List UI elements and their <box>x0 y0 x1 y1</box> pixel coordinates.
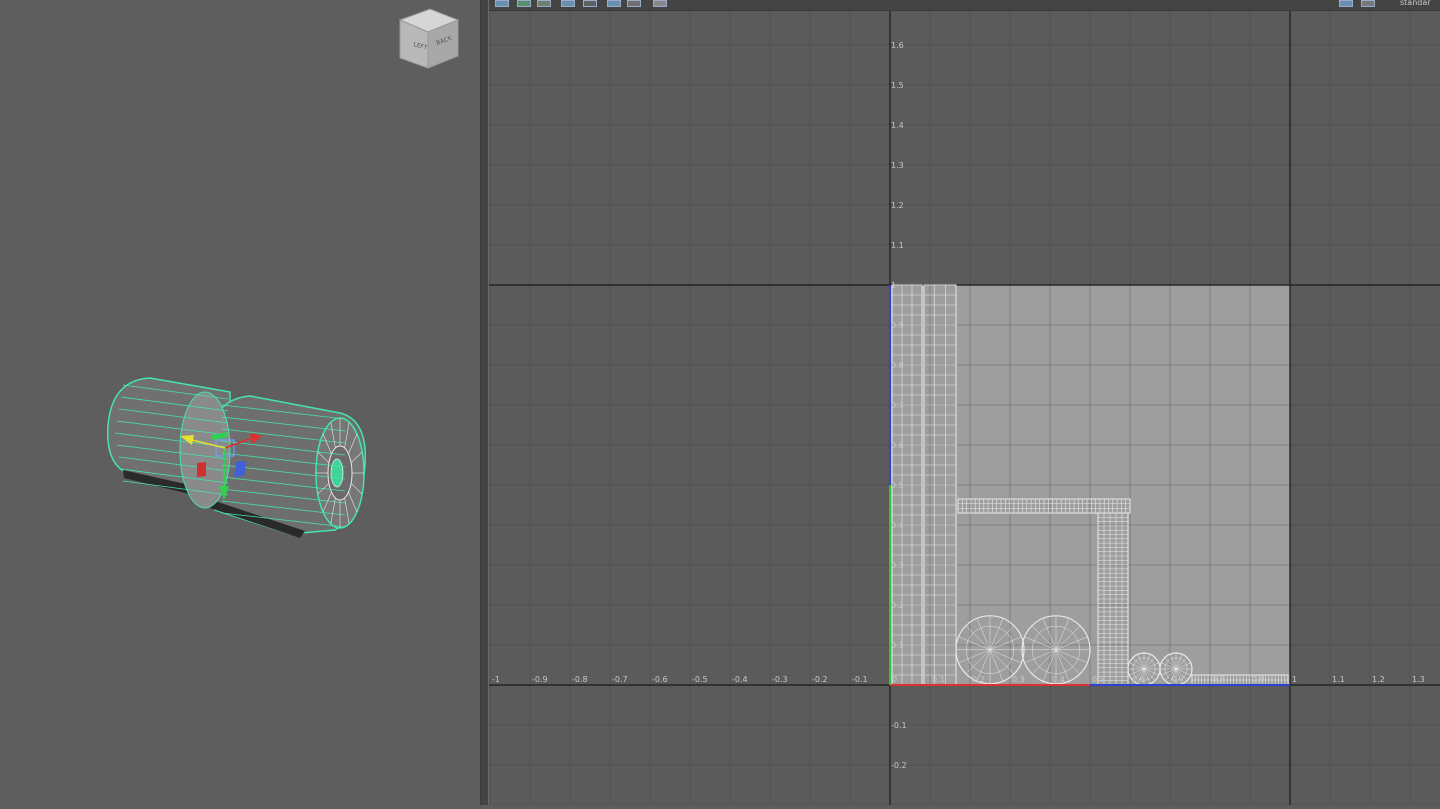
v-tick-label: 1.1 <box>891 241 904 250</box>
u-tick-label: -0.6 <box>652 675 668 684</box>
v-tick-label: 1.2 <box>891 201 904 210</box>
v-tick-label: 0.8 <box>891 361 904 370</box>
v-tick-label: 1.4 <box>891 121 904 130</box>
uv-toolbar-icon-6[interactable] <box>607 0 621 7</box>
u-tick-label: 1.1 <box>1332 675 1345 684</box>
plane-handle-red[interactable] <box>197 462 206 477</box>
selected-mesh[interactable] <box>106 377 367 538</box>
u-tick-label: 0.2 <box>972 675 985 684</box>
u-tick-label: -0.3 <box>772 675 788 684</box>
uv-toolbar-icon-1[interactable] <box>495 0 509 7</box>
u-tick-label: 0.6 <box>1132 675 1145 684</box>
perspective-scene[interactable]: LEFT BACK <box>0 0 480 805</box>
u-tick-label: -0.5 <box>692 675 708 684</box>
uv-toolbar-icon-3[interactable] <box>537 0 551 7</box>
uv-toolbar-icon-right[interactable] <box>1339 0 1353 7</box>
u-tick-label: 0.1 <box>932 675 945 684</box>
v-tick-label: 1 <box>891 281 896 290</box>
uv-toolbar-icon-7[interactable] <box>627 0 641 7</box>
u-tick-label: 0.4 <box>1052 675 1065 684</box>
uv-editor-toolbar: standar <box>489 0 1440 11</box>
u-tick-label: -0.9 <box>532 675 548 684</box>
u-tick-label: 0.8 <box>1212 675 1225 684</box>
u-tick-label: 1.3 <box>1412 675 1425 684</box>
u-tick-label: -0.1 <box>852 675 868 684</box>
uv-editor-panel[interactable]: -1 -0.9 -0.8 -0.7 -0.6 -0.5 -0.4 -0.3 -0.2 -0.1 0 0… <box>489 0 1440 806</box>
v-tick-label: 1.5 <box>891 81 904 90</box>
v-tick-label: 0.6 <box>891 441 904 450</box>
v-tick-label: 0.3 <box>891 561 904 570</box>
v-tick-label: 0.7 <box>891 401 904 410</box>
u-tick-label: 0.7 <box>1172 675 1185 684</box>
u-tick-label: -0.2 <box>812 675 828 684</box>
u-tick-label: 1.2 <box>1372 675 1385 684</box>
v-tick-label: 1.3 <box>891 161 904 170</box>
u-tick-label: -1 <box>492 675 500 684</box>
panel-divider[interactable] <box>480 0 489 805</box>
u-tick-label: -0.7 <box>612 675 628 684</box>
checker-icon[interactable] <box>1361 0 1375 7</box>
u-tick-label: 0 <box>892 675 897 684</box>
u-tick-label: 0.5 <box>1092 675 1105 684</box>
view-cube[interactable]: LEFT BACK <box>398 8 460 69</box>
uv-editor-canvas[interactable]: -1 -0.9 -0.8 -0.7 -0.6 -0.5 -0.4 -0.3 -0.2 -0.1 0 0… <box>489 0 1440 806</box>
v-tick-label: 0.5 <box>891 481 904 490</box>
uv-toolbar-icon-5[interactable] <box>583 0 597 7</box>
u-tick-label: 0.3 <box>1012 675 1025 684</box>
u-tick-label: 1 <box>1292 675 1297 684</box>
v-tick-label: 0.9 <box>891 321 904 330</box>
uv-toolbar-icon-4[interactable] <box>561 0 575 7</box>
u-tick-label: -0.4 <box>732 675 748 684</box>
uv-toolbar-icon-2[interactable] <box>517 0 531 7</box>
uv-toolbar-label: standar <box>1400 0 1431 7</box>
v-tick-label: 0.2 <box>891 601 904 610</box>
u-tick-label: 0.9 <box>1252 675 1265 684</box>
u-tick-label: -0.8 <box>572 675 588 684</box>
v-tick-label: 0.4 <box>891 521 904 530</box>
perspective-viewport[interactable]: LEFT BACK <box>0 0 480 805</box>
camera-icon[interactable] <box>653 0 667 7</box>
v-tick-label: 1.6 <box>891 41 904 50</box>
v-tick-label: -0.1 <box>891 721 907 730</box>
v-tick-label: -0.2 <box>891 761 907 770</box>
v-tick-label: 0.1 <box>891 641 904 650</box>
